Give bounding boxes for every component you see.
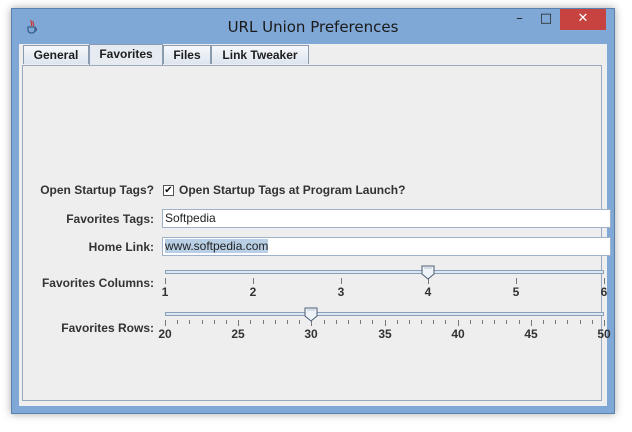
slider-tick bbox=[592, 320, 593, 324]
favorites-rows-label: Favorites Rows: bbox=[61, 321, 154, 335]
slider-tick bbox=[519, 320, 520, 324]
slider-tick bbox=[482, 320, 483, 324]
slider-tick bbox=[543, 320, 544, 324]
slider-tick-label: 20 bbox=[158, 327, 172, 341]
favorites-tags-label: Favorites Tags: bbox=[66, 212, 154, 226]
slider-tick bbox=[531, 320, 532, 326]
tab-favorites[interactable]: Favorites bbox=[89, 44, 163, 65]
home-link-value: www.softpedia.com bbox=[165, 239, 269, 253]
slider-tick bbox=[397, 320, 398, 324]
title-bar[interactable]: URL Union Preferences – □ ✕ bbox=[12, 9, 614, 44]
home-link-input[interactable]: www.softpedia.com bbox=[162, 237, 611, 256]
slider-tick bbox=[470, 320, 471, 324]
slider-tick-label: 3 bbox=[337, 285, 345, 299]
startup-label: Open Startup Tags? bbox=[40, 183, 154, 197]
slider-tick bbox=[165, 320, 166, 326]
favorites-tags-input[interactable]: Softpedia bbox=[162, 209, 611, 228]
slider-tick bbox=[360, 320, 361, 324]
slider-tick bbox=[299, 320, 300, 324]
slider-tick bbox=[253, 278, 254, 284]
slider-tick bbox=[214, 320, 215, 324]
startup-checkbox-label[interactable]: Open Startup Tags at Program Launch? bbox=[179, 183, 405, 197]
slider-tick-label: 2 bbox=[249, 285, 257, 299]
slider-tick bbox=[433, 320, 434, 324]
tab-general[interactable]: General bbox=[23, 45, 89, 64]
slider-tick bbox=[372, 320, 373, 324]
slider-tick-label: 4 bbox=[424, 285, 432, 299]
slider-tick bbox=[226, 320, 227, 324]
close-button[interactable]: ✕ bbox=[560, 9, 606, 30]
slider-tick-label: 30 bbox=[304, 327, 318, 341]
minimize-button[interactable]: – bbox=[506, 9, 533, 30]
slider-tick bbox=[409, 320, 410, 324]
slider-tick-label: 35 bbox=[378, 327, 392, 341]
slider-track[interactable] bbox=[165, 270, 604, 274]
slider-tick bbox=[567, 320, 568, 324]
slider-tick-label: 6 bbox=[600, 285, 608, 299]
maximize-button[interactable]: □ bbox=[533, 9, 559, 30]
slider-tick bbox=[604, 320, 605, 326]
favorites-panel: Open Startup Tags? ✔ Open Startup Tags a… bbox=[22, 65, 611, 401]
slider-tick bbox=[189, 320, 190, 324]
slider-tick bbox=[238, 320, 239, 326]
slider-tick bbox=[177, 320, 178, 324]
slider-thumb[interactable] bbox=[304, 307, 318, 322]
slider-tick bbox=[348, 320, 349, 324]
slider-tick bbox=[555, 320, 556, 324]
favorites-rows-slider[interactable]: 20 25 30 35 40 45 50 bbox=[158, 307, 611, 348]
tab-link-tweaker[interactable]: Link Tweaker bbox=[211, 45, 309, 64]
favorites-columns-slider[interactable]: 1 2 3 4 5 6 bbox=[162, 265, 607, 306]
slider-tick bbox=[287, 320, 288, 324]
slider-tick bbox=[494, 320, 495, 324]
slider-tick bbox=[516, 278, 517, 284]
slider-tick bbox=[250, 320, 251, 324]
slider-tick-label: 40 bbox=[451, 327, 465, 341]
slider-tick-label: 25 bbox=[231, 327, 245, 341]
slider-tick-label: 45 bbox=[524, 327, 538, 341]
slider-tick bbox=[580, 320, 581, 324]
slider-tick bbox=[421, 320, 422, 324]
slider-tick bbox=[263, 320, 264, 324]
tab-files[interactable]: Files bbox=[163, 45, 211, 64]
slider-tick bbox=[165, 278, 166, 284]
slider-tick-label: 1 bbox=[161, 285, 169, 299]
favorites-columns-label: Favorites Columns: bbox=[41, 276, 154, 290]
slider-tick-label: 50 bbox=[597, 327, 611, 341]
slider-tick bbox=[604, 278, 605, 284]
slider-track[interactable] bbox=[165, 312, 604, 316]
slider-tick bbox=[324, 320, 325, 324]
slider-tick bbox=[202, 320, 203, 324]
startup-checkbox[interactable]: ✔ bbox=[163, 185, 174, 196]
home-link-label: Home Link: bbox=[88, 240, 154, 254]
slider-tick bbox=[336, 320, 337, 324]
slider-tick-label: 5 bbox=[512, 285, 520, 299]
slider-tick bbox=[458, 320, 459, 326]
window-content: General Favorites Files Link Tweaker Ope… bbox=[19, 44, 611, 406]
slider-tick bbox=[341, 278, 342, 284]
slider-thumb[interactable] bbox=[421, 265, 435, 280]
slider-tick bbox=[445, 320, 446, 324]
preferences-window: URL Union Preferences – □ ✕ General Favo… bbox=[11, 8, 615, 414]
slider-tick bbox=[275, 320, 276, 324]
slider-tick bbox=[506, 320, 507, 324]
slider-tick bbox=[385, 320, 386, 326]
